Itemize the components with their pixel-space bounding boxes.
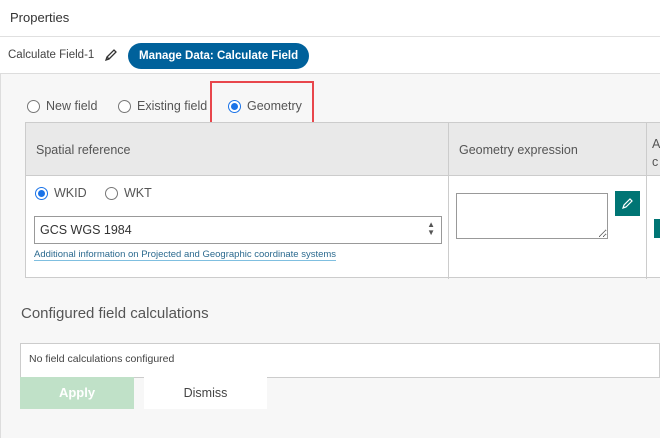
highlight-box: [210, 81, 314, 127]
radio-label: Existing field: [137, 99, 208, 113]
radio-circle[interactable]: [118, 99, 131, 113]
radio-circle[interactable]: [105, 186, 118, 200]
dismiss-button[interactable]: Dismiss: [144, 377, 267, 409]
configured-title: Configured field calculations: [21, 305, 209, 322]
select-value: GCS WGS 1984: [40, 223, 132, 237]
tool-row: Calculate Field-1 Manage Data: Calculate…: [0, 37, 660, 74]
tool-name: Calculate Field-1: [8, 49, 95, 61]
header-truncated: Ac: [647, 123, 660, 176]
radio-circle[interactable]: [27, 99, 40, 113]
divider: [448, 123, 449, 279]
coordinate-systems-link[interactable]: Additional information on Projected and …: [34, 249, 337, 261]
header-spatial-reference: Spatial reference: [26, 123, 449, 176]
tool-type-badge: Manage Data: Calculate Field: [128, 43, 310, 69]
empty-message: No field calculations configured: [29, 353, 175, 365]
select-arrows-icon: ▲ ▼: [427, 220, 435, 237]
spatial-reference-select[interactable]: GCS WGS 1984 ▲ ▼: [34, 216, 442, 244]
properties-header: Properties: [0, 0, 660, 37]
radio-circle[interactable]: [35, 186, 48, 200]
pencil-icon: [622, 198, 633, 209]
radio-new-field[interactable]: New field: [27, 99, 97, 113]
truncated-button[interactable]: [654, 219, 660, 238]
geometry-expression-input[interactable]: [456, 193, 608, 239]
radio-existing-field[interactable]: Existing field: [118, 99, 207, 113]
divider: [646, 123, 647, 279]
header-text: c: [652, 155, 659, 169]
radio-wkid[interactable]: WKID: [35, 186, 87, 200]
radio-label: New field: [46, 99, 98, 113]
edit-expression-button[interactable]: [615, 191, 640, 216]
configured-list: No field calculations configured: [20, 343, 660, 378]
edit-name-pencil-icon[interactable]: [104, 48, 118, 62]
radio-label: WKT: [124, 186, 152, 200]
geometry-table: Spatial reference Geometry expression Ac…: [25, 122, 660, 279]
radio-label: WKID: [54, 186, 87, 200]
header-text: A: [652, 137, 660, 151]
apply-button[interactable]: Apply: [20, 377, 134, 409]
radio-wkt[interactable]: WKT: [105, 186, 152, 200]
panel-title: Properties: [10, 10, 70, 25]
header-geometry-expression: Geometry expression: [449, 123, 647, 176]
